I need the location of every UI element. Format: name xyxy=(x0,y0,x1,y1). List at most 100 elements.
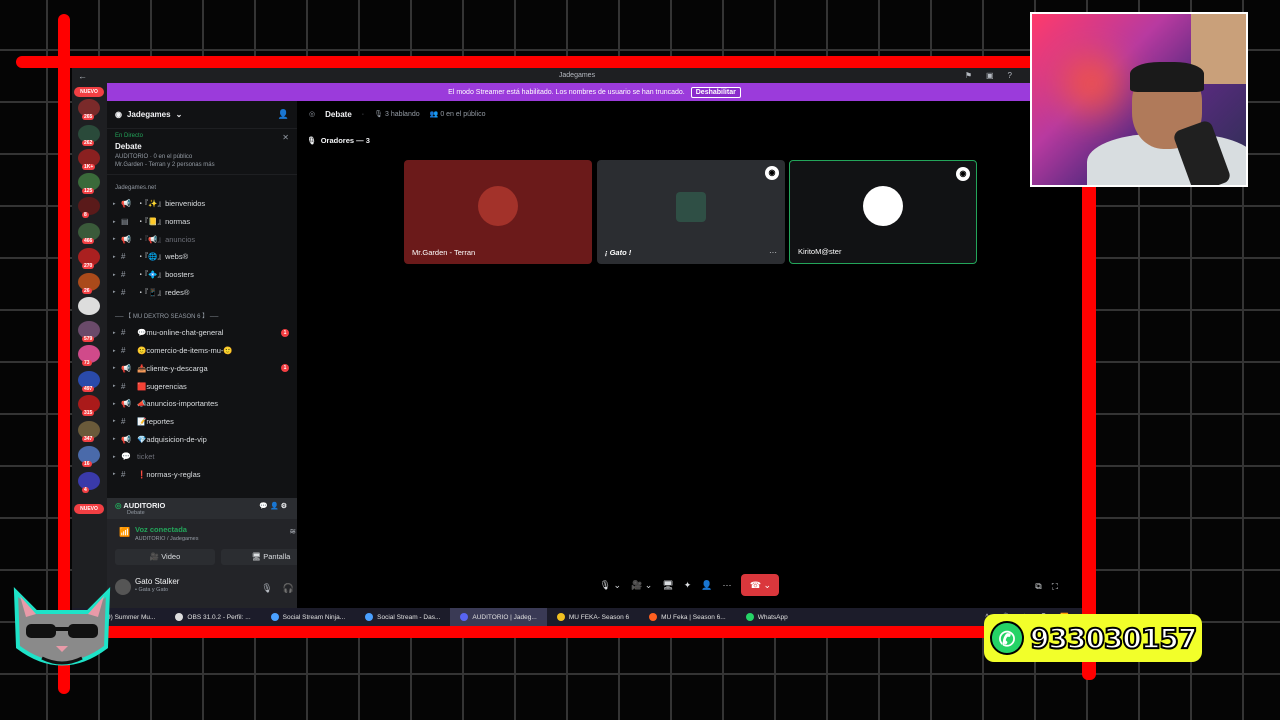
channel-name: 🟥sugerencias xyxy=(137,381,187,391)
channel-type-icon: 📢 xyxy=(121,434,131,444)
chevron-right-icon: ▸ xyxy=(113,200,116,207)
channel-item[interactable]: ▸ # ・『🌐』webs® xyxy=(107,248,297,266)
channel-type-icon: # xyxy=(121,416,126,426)
screen-share-icon[interactable]: 🖥 xyxy=(662,580,673,591)
taskbar-app[interactable]: Social Stream Ninja... xyxy=(261,608,356,626)
speaker-name: ¡ Gato ! xyxy=(605,248,632,257)
user-info[interactable]: Gato Stalker • Gata y Gato xyxy=(135,577,179,593)
activity-icon[interactable]: ✦ xyxy=(684,580,692,591)
fullscreen-icon[interactable]: ⛶ xyxy=(1052,581,1068,591)
channel-item[interactable]: ▸ 💬 ticket xyxy=(107,448,297,466)
back-icon[interactable]: ← xyxy=(78,71,87,81)
chevron-right-icon: ▸ xyxy=(113,271,116,278)
channel-item[interactable]: ▸ # ・『📱』redes® xyxy=(107,283,297,301)
channel-type-icon: 📢 xyxy=(121,234,131,244)
app-icon xyxy=(460,613,469,621)
camera-off-icon[interactable]: 🎥 ⌄ xyxy=(631,580,652,591)
channel-item[interactable]: ▸ # 💬mu-online-chat-general 1 xyxy=(107,324,297,342)
channel-item[interactable]: ▸ 📢 📥cliente-y-descarga 1 xyxy=(107,360,297,378)
channel-name: ticket xyxy=(137,452,155,462)
channel-tools-icons[interactable]: 💬👤⚙ xyxy=(259,502,289,510)
server-icon[interactable]: 347 xyxy=(78,421,100,442)
channel-item[interactable]: ▸ 📢 💎adquisicion-de-vip xyxy=(107,430,297,448)
webcam-overlay xyxy=(1030,12,1248,187)
speaker-tile[interactable]: ◉ KiritoM@ster xyxy=(789,160,977,264)
server-icon[interactable]: 497 xyxy=(78,371,100,392)
server-icon[interactable]: 265 xyxy=(78,99,100,120)
taskbar-app[interactable]: AUDITORIO | Jadeg... xyxy=(450,608,547,626)
category-header[interactable]: Jadegames.net xyxy=(107,175,297,195)
hangup-button[interactable]: ☎ ⌄ xyxy=(741,574,780,596)
server-icon[interactable]: 73 xyxy=(78,345,100,366)
app-label: AUDITORIO | Jadeg... xyxy=(472,613,537,621)
inbox-icon[interactable]: ▣ xyxy=(986,71,994,80)
server-icon[interactable]: 579 xyxy=(78,321,100,342)
more-icon[interactable]: ··· xyxy=(722,580,731,590)
stage-live-card[interactable]: En Directo ✕ Debate AUDITORIO · 0 en el … xyxy=(107,129,297,175)
channel-name: ❗normas-y-reglas xyxy=(137,469,201,479)
new-badge: NUEVO xyxy=(74,87,104,97)
chevron-right-icon: ▸ xyxy=(113,400,116,407)
more-options-icon[interactable]: ··· xyxy=(769,248,777,257)
channel-item[interactable]: ▸ # ❗normas-y-reglas xyxy=(107,466,297,484)
move-to-audience-icon[interactable]: 👤 xyxy=(701,580,712,591)
channel-type-icon: # xyxy=(121,328,126,338)
channel-item[interactable]: ▸ 📢 ・『📢』anuncios xyxy=(107,230,297,248)
taskbar-app[interactable]: MU Feka | Season 6... xyxy=(639,608,736,626)
speaker-avatar xyxy=(676,192,706,222)
microphone-icon[interactable]: 🎙 ⌄ xyxy=(600,580,621,591)
help-icon[interactable]: ? xyxy=(1008,71,1012,80)
flag-icon[interactable]: ⚑ xyxy=(965,71,972,80)
server-icon[interactable]: 1K+ xyxy=(78,149,100,170)
add-member-icon[interactable]: 👤 xyxy=(278,109,289,120)
stage-icon: ◎ xyxy=(309,111,316,118)
server-icon[interactable]: 270 xyxy=(78,248,100,269)
spotlight-icon[interactable]: ◉ xyxy=(956,167,970,181)
stage-header: ◎ Debate · 🎙 3 hablando 👥 0 en el públic… xyxy=(309,109,486,119)
discord-window: ← Jadegames ⚑ ▣ ? El modo Streamer está … xyxy=(72,68,1082,608)
channel-item[interactable]: ▸ # 🟥sugerencias xyxy=(107,377,297,395)
channel-item[interactable]: ▸ 📢 ・『✨』bienvenidos xyxy=(107,195,297,213)
close-icon[interactable]: ✕ xyxy=(282,133,289,142)
voice-channel-sub: Debate xyxy=(127,510,145,516)
app-icon xyxy=(556,613,565,621)
taskbar-app[interactable]: MU FEKA- Season 6 xyxy=(547,608,639,626)
server-icon[interactable]: 4 xyxy=(78,472,100,493)
taskbar-app[interactable]: Social Stream - Das... xyxy=(355,608,450,626)
spotlight-icon[interactable]: ◉ xyxy=(765,166,779,180)
stage-main: ◎ Debate · 🎙 3 hablando 👥 0 en el públic… xyxy=(297,101,1082,608)
speaker-name: Mr.Garden - Terran xyxy=(412,248,476,257)
disable-streamer-button[interactable]: Deshabilitar xyxy=(690,86,741,98)
channel-item[interactable]: ▸ # ・『💠』boosters xyxy=(107,266,297,284)
server-icon[interactable]: 16 xyxy=(78,446,100,467)
speaker-tile[interactable]: ◉ ¡ Gato ! ··· xyxy=(597,160,785,264)
server-header[interactable]: ◉ Jadegames ⌄ 👤 xyxy=(107,101,297,129)
channel-item[interactable]: ▸ 📢 📣anuncios-importantes xyxy=(107,395,297,413)
voice-channel-auditorio[interactable]: ◎ AUDITORIO Debate 💬👤⚙ xyxy=(107,498,297,520)
user-name: Gato Stalker xyxy=(135,577,180,586)
speaker-avatar xyxy=(478,186,518,226)
server-icon[interactable]: 8 xyxy=(78,197,100,218)
video-button[interactable]: 🎥 Video xyxy=(115,549,215,565)
popout-icon[interactable]: ⧉ xyxy=(1035,581,1051,591)
speaker-tile[interactable]: Mr.Garden - Terran xyxy=(404,160,592,264)
channel-item[interactable]: ▸ # 📝reportes xyxy=(107,413,297,431)
voice-connected-sub[interactable]: AUDITORIO / Jadegames xyxy=(135,536,198,542)
taskbar-app[interactable]: OBS 31.0.2 - Perfil: ... xyxy=(165,608,260,626)
server-icon[interactable]: 26 xyxy=(78,273,100,294)
microphone-icon[interactable]: 🎙 xyxy=(261,583,282,593)
channel-type-icon: 📢 xyxy=(121,399,131,409)
server-icon[interactable]: 466 xyxy=(78,223,100,244)
server-icon[interactable] xyxy=(78,297,100,315)
server-icon[interactable]: 315 xyxy=(78,395,100,416)
channel-name: ・『📒』normas xyxy=(137,217,191,227)
channel-type-icon: # xyxy=(121,252,126,262)
server-icon[interactable]: 125 xyxy=(78,173,100,194)
channel-item[interactable]: ▸ ▤ ・『📒』normas xyxy=(107,213,297,231)
app-label: Social Stream - Das... xyxy=(377,613,441,621)
taskbar-app[interactable]: WhatsApp xyxy=(736,608,798,626)
camera-icon: 🎥 xyxy=(149,552,162,561)
server-icon[interactable]: 262 xyxy=(78,125,100,146)
channel-item[interactable]: ▸ # 🙂comercio-de-items-mu-🙂 xyxy=(107,342,297,360)
category-header[interactable]: ── 【 MU DEXTRO SEASON 6 】 ── xyxy=(107,301,297,324)
